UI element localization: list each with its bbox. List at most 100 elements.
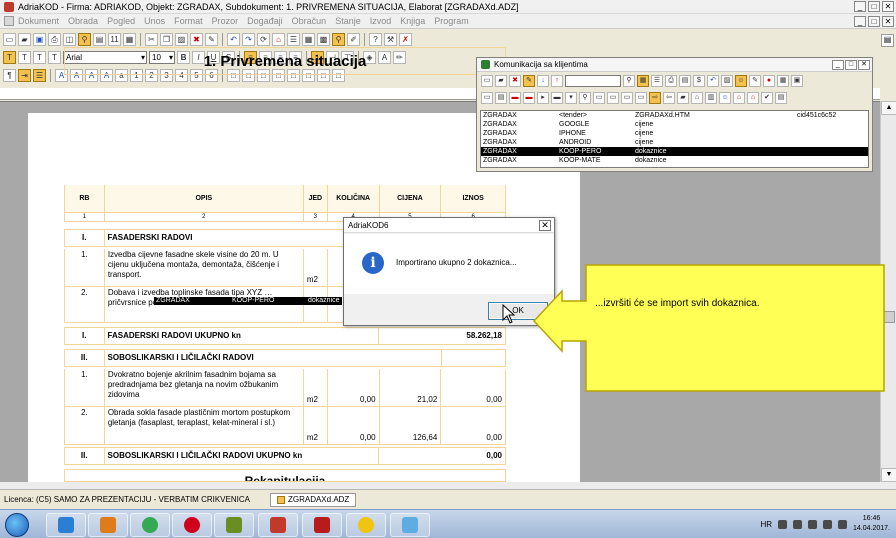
comm-person-icon[interactable]: ☺ xyxy=(719,91,731,104)
redo-icon[interactable]: ↷ xyxy=(242,32,255,46)
comm-minimize-button[interactable]: _ xyxy=(832,60,844,70)
zoom-icon[interactable]: ⚲ xyxy=(78,32,91,46)
clock[interactable]: 16:46 14.04.2017. xyxy=(853,514,890,534)
new-document-icon[interactable]: ▭ xyxy=(3,32,16,46)
toolbar-options-button[interactable]: ▤ xyxy=(881,34,894,47)
text-style-t1-icon[interactable]: T xyxy=(3,50,16,64)
doc-restore-button[interactable]: □ xyxy=(868,16,880,27)
open-folder-icon[interactable]: ▰ xyxy=(18,32,31,46)
comm-sheet-icon[interactable]: ▤ xyxy=(495,91,507,104)
file-tab[interactable]: ZGRADAXd.ADZ xyxy=(269,492,357,507)
taskbar-media[interactable] xyxy=(88,513,128,537)
taskbar-app7[interactable] xyxy=(302,513,342,537)
table-icon[interactable]: ▦ xyxy=(123,32,136,46)
comm-camera-icon[interactable]: ● xyxy=(763,74,775,87)
section-total-row[interactable]: II. SOBOSLIKARSKI I LIČILAČKI RADOVI UKU… xyxy=(64,447,506,465)
paragraph-style-icon[interactable]: ¶ xyxy=(3,68,16,82)
comm-grid-icon[interactable]: ▦ xyxy=(637,74,649,87)
section-row[interactable]: II. SOBOSLIKARSKI I LIČILAČKI RADOVI xyxy=(64,349,506,367)
list-item-selected[interactable]: ZGRADAX KOOP-PERO dokaznice xyxy=(481,147,868,156)
comm-chart-icon[interactable]: ▥ xyxy=(705,91,717,104)
comm-print-icon[interactable]: ⎙ xyxy=(665,74,677,87)
comm-list[interactable]: ZGRADAX <tender> ZGRADAXd.HTM cid451c6c5… xyxy=(480,110,869,168)
taskbar-ie[interactable] xyxy=(46,513,86,537)
taskbar-app5[interactable] xyxy=(214,513,254,537)
indent-icon[interactable]: ⇥ xyxy=(18,68,31,82)
menu-program[interactable]: Program xyxy=(434,16,469,26)
print-icon[interactable]: ⎙ xyxy=(48,32,61,46)
comm-edit-icon[interactable]: ✎ xyxy=(523,74,535,87)
close-button[interactable]: ✕ xyxy=(882,1,894,12)
text-style-t4-icon[interactable]: T xyxy=(48,50,61,64)
page-number-icon[interactable]: 11 xyxy=(108,32,121,46)
scroll-down-icon[interactable]: ▼ xyxy=(881,468,896,482)
language-indicator[interactable]: HR xyxy=(760,520,772,529)
comm-extra-icon[interactable]: ▤ xyxy=(775,91,787,104)
comm-page3-icon[interactable]: ▭ xyxy=(621,91,633,104)
comm-image-icon[interactable]: ▨ xyxy=(721,74,733,87)
menu-dokument[interactable]: Dokument xyxy=(18,16,59,26)
list-item[interactable]: ZGRADAX <tender> ZGRADAXd.HTM cid451c6c5… xyxy=(481,111,868,120)
tools-icon[interactable]: ⚒ xyxy=(384,32,397,46)
menu-knjiga[interactable]: Knjiga xyxy=(400,16,425,26)
comm-maximize-button[interactable]: □ xyxy=(845,60,857,70)
horizontal-scrollbar[interactable] xyxy=(0,482,896,489)
list-item[interactable]: ZGRADAX KOOP-MATE dokaznice xyxy=(481,156,868,165)
comm-link-icon[interactable]: ✎ xyxy=(749,74,761,87)
taskbar-adriakod[interactable] xyxy=(258,513,298,537)
doc-close-button[interactable]: ✕ xyxy=(882,16,894,27)
comm-filter-icon[interactable]: ⚲ xyxy=(579,91,591,104)
comm-home2-icon[interactable]: ⌂ xyxy=(747,91,759,104)
tray-icon-1[interactable] xyxy=(778,519,788,529)
page-icon[interactable]: ▤ xyxy=(93,32,106,46)
comm-search-input[interactable] xyxy=(565,74,621,87)
list-item[interactable]: ZGRADAX ANDROID cijene xyxy=(481,138,868,147)
brush-icon[interactable]: ✐ xyxy=(347,32,360,46)
comm-delete-icon[interactable]: ✖ xyxy=(509,74,521,87)
help-icon[interactable]: ? xyxy=(369,32,382,46)
lines-icon[interactable]: ☰ xyxy=(33,68,46,82)
comm-undo-icon[interactable]: ↶ xyxy=(707,74,719,87)
comm-page4-icon[interactable]: ▭ xyxy=(635,91,647,104)
menu-pogled[interactable]: Pogled xyxy=(107,16,135,26)
network-icon[interactable] xyxy=(823,519,833,529)
binoculars-icon[interactable]: ⚲ xyxy=(623,74,635,87)
menu-obrada[interactable]: Obrada xyxy=(68,16,98,26)
copy-icon[interactable]: ❐ xyxy=(160,32,173,46)
comm-truck2-icon[interactable]: ▬ xyxy=(523,91,535,104)
tray-icon-2[interactable] xyxy=(793,519,803,529)
print-preview-icon[interactable]: ◫ xyxy=(63,32,76,46)
minimize-button[interactable]: _ xyxy=(854,1,866,12)
comm-home-icon[interactable]: ⌂ xyxy=(733,91,745,104)
comm-card-icon[interactable]: ▣ xyxy=(791,74,803,87)
section-total-row[interactable]: I. FASADERSKI RADOVI UKUPNO kn 58.262,18 xyxy=(64,327,506,345)
comm-check-icon[interactable]: ✔ xyxy=(761,91,773,104)
dialog-close-button[interactable]: ✕ xyxy=(539,220,551,231)
menu-unos[interactable]: Unos xyxy=(144,16,165,26)
search-icon[interactable]: ⚲ xyxy=(332,32,345,46)
comm-folder-icon[interactable]: ▰ xyxy=(677,91,689,104)
format-painter-icon[interactable]: ✎ xyxy=(205,32,218,46)
text-style-t2-icon[interactable]: T xyxy=(18,50,31,64)
comm-close-button[interactable]: ✕ xyxy=(858,60,870,70)
comm-table-icon[interactable]: ▦ xyxy=(777,74,789,87)
scroll-up-icon[interactable]: ▲ xyxy=(881,101,896,115)
volume-icon[interactable] xyxy=(838,519,848,529)
save-icon[interactable]: ▣ xyxy=(33,32,46,46)
comm-sep-icon[interactable]: ▾ xyxy=(565,91,577,104)
exit-icon[interactable]: ✗ xyxy=(399,32,412,46)
taskbar-chrome[interactable] xyxy=(130,513,170,537)
dollar-icon[interactable]: $ xyxy=(693,74,705,87)
table-row[interactable]: 1. Dvokratno bojenje akrilnim fasadnim b… xyxy=(64,369,506,407)
comm-page-icon[interactable]: ▭ xyxy=(593,91,605,104)
comm-building-icon[interactable]: ⌂ xyxy=(691,91,703,104)
comm-open-icon[interactable]: ▰ xyxy=(495,74,507,87)
comm-tool-icon[interactable]: ▬ xyxy=(551,91,563,104)
menu-obracun[interactable]: Obračun xyxy=(292,16,327,26)
calculator-icon[interactable]: ▦ xyxy=(302,32,315,46)
comm-doc-icon[interactable]: ▭ xyxy=(481,91,493,104)
text-style-t3-icon[interactable]: T xyxy=(33,50,46,64)
grid-icon[interactable]: ▩ xyxy=(317,32,330,46)
menu-stanje[interactable]: Stanje xyxy=(335,16,361,26)
list-item[interactable]: ZGRADAX IPHONE cijene xyxy=(481,129,868,138)
